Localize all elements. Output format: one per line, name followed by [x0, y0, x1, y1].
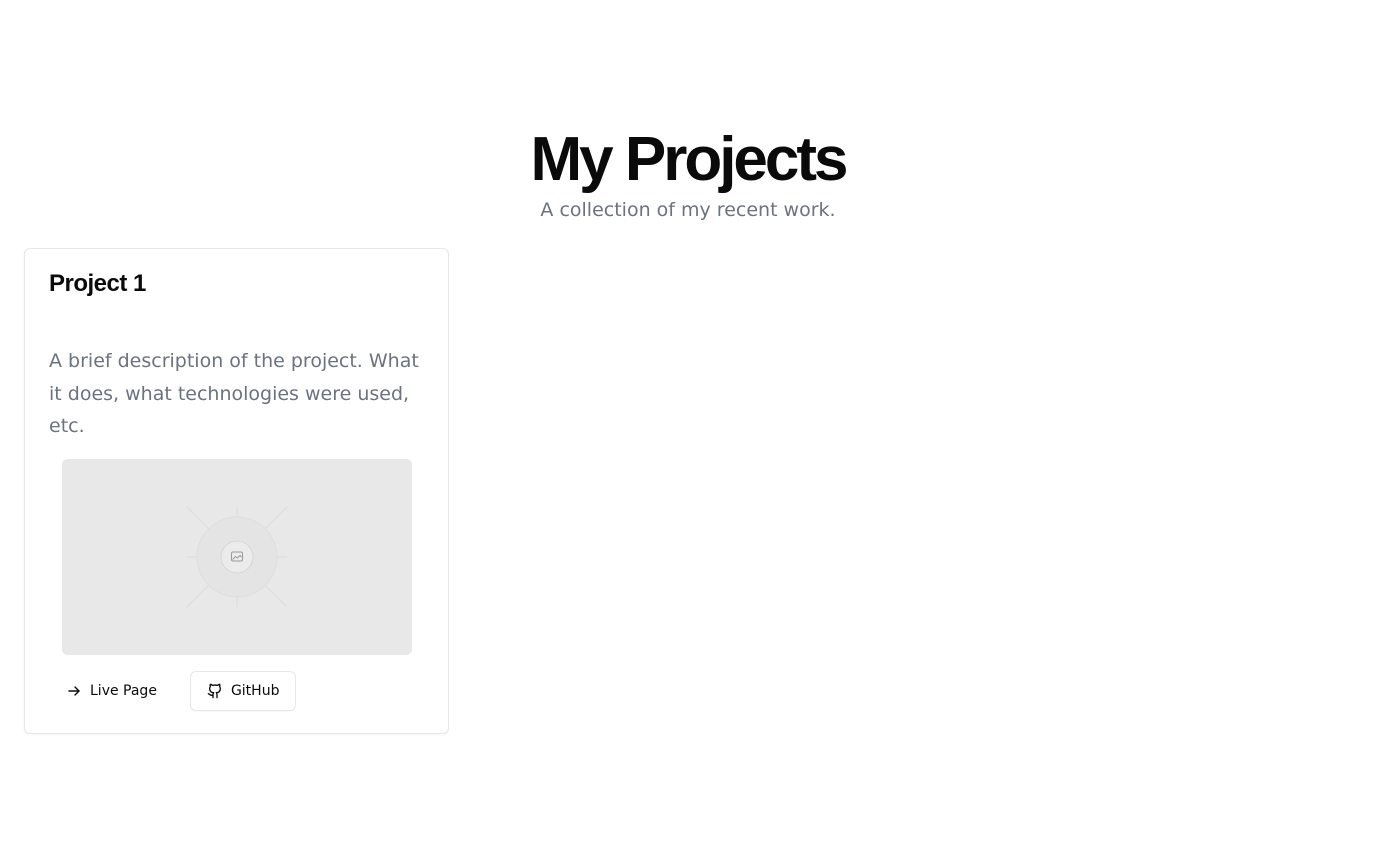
live-page-button[interactable]: Live Page — [49, 671, 174, 711]
page-subtitle: A collection of my recent work. — [540, 199, 836, 221]
github-button[interactable]: GitHub — [189, 671, 297, 711]
page-title: My Projects — [530, 125, 848, 194]
project-image-placeholder — [62, 459, 412, 655]
project-title: Project 1 — [49, 270, 146, 297]
github-label: GitHub — [230, 683, 280, 699]
page-header: My Projects A collection of my recent wo… — [0, 124, 1376, 222]
github-icon — [207, 683, 223, 699]
project-actions: Live Page GitHub — [49, 671, 297, 711]
project-card: Project 1 A brief description of the pro… — [24, 248, 449, 734]
live-page-label: Live Page — [90, 683, 157, 699]
arrow-right-icon — [66, 683, 82, 699]
image-placeholder-icon — [62, 459, 412, 655]
page: My Projects A collection of my recent wo… — [0, 0, 1376, 864]
project-description: A brief description of the project. What… — [49, 350, 419, 437]
